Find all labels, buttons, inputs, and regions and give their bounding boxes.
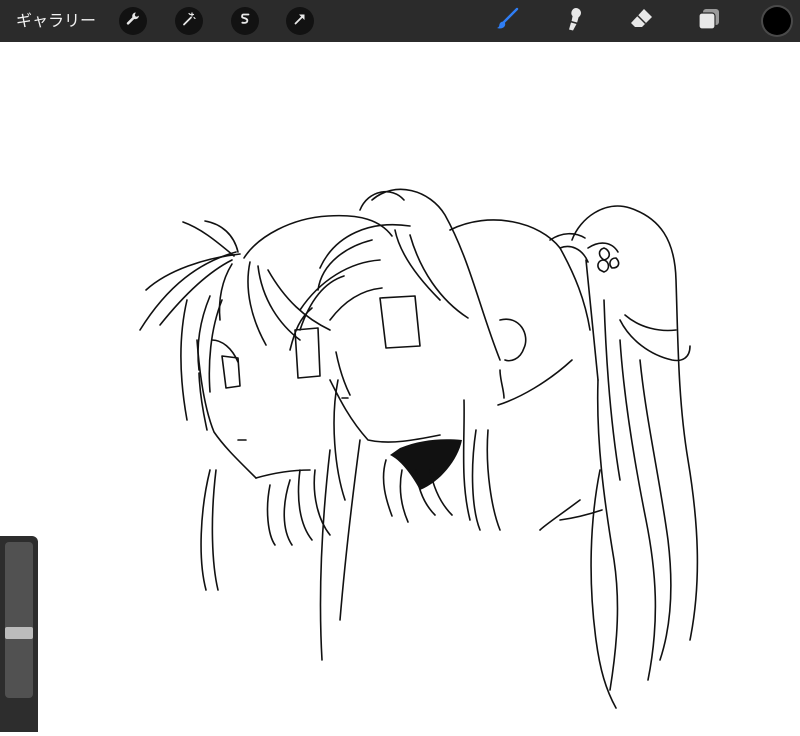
smudge-icon [560, 5, 588, 37]
actions-button[interactable] [119, 7, 147, 35]
wrench-icon [125, 11, 141, 31]
line-art-sketch [139, 188, 699, 709]
layers-button[interactable] [693, 5, 725, 37]
transform-button[interactable] [286, 7, 314, 35]
smudge-tool-button[interactable] [558, 5, 590, 37]
gallery-button[interactable]: ギャラリー [16, 10, 96, 32]
selection-button[interactable] [231, 7, 259, 35]
eraser-tool-button[interactable] [625, 5, 657, 37]
color-picker-swatch[interactable] [763, 7, 791, 35]
brush-sidebar [0, 536, 38, 732]
brush-slider-handle[interactable] [5, 627, 33, 639]
layers-icon [695, 5, 723, 37]
top-toolbar: ギャラリー [0, 0, 800, 42]
brush-tool-button[interactable] [491, 5, 523, 37]
transform-arrow-icon [292, 11, 308, 31]
selection-icon [237, 11, 253, 31]
eraser-icon [627, 5, 655, 37]
brush-size-slider[interactable] [5, 542, 33, 698]
magic-wand-icon [181, 11, 197, 31]
drawing-canvas[interactable] [0, 42, 800, 732]
adjustments-button[interactable] [175, 7, 203, 35]
brush-icon [493, 5, 521, 37]
